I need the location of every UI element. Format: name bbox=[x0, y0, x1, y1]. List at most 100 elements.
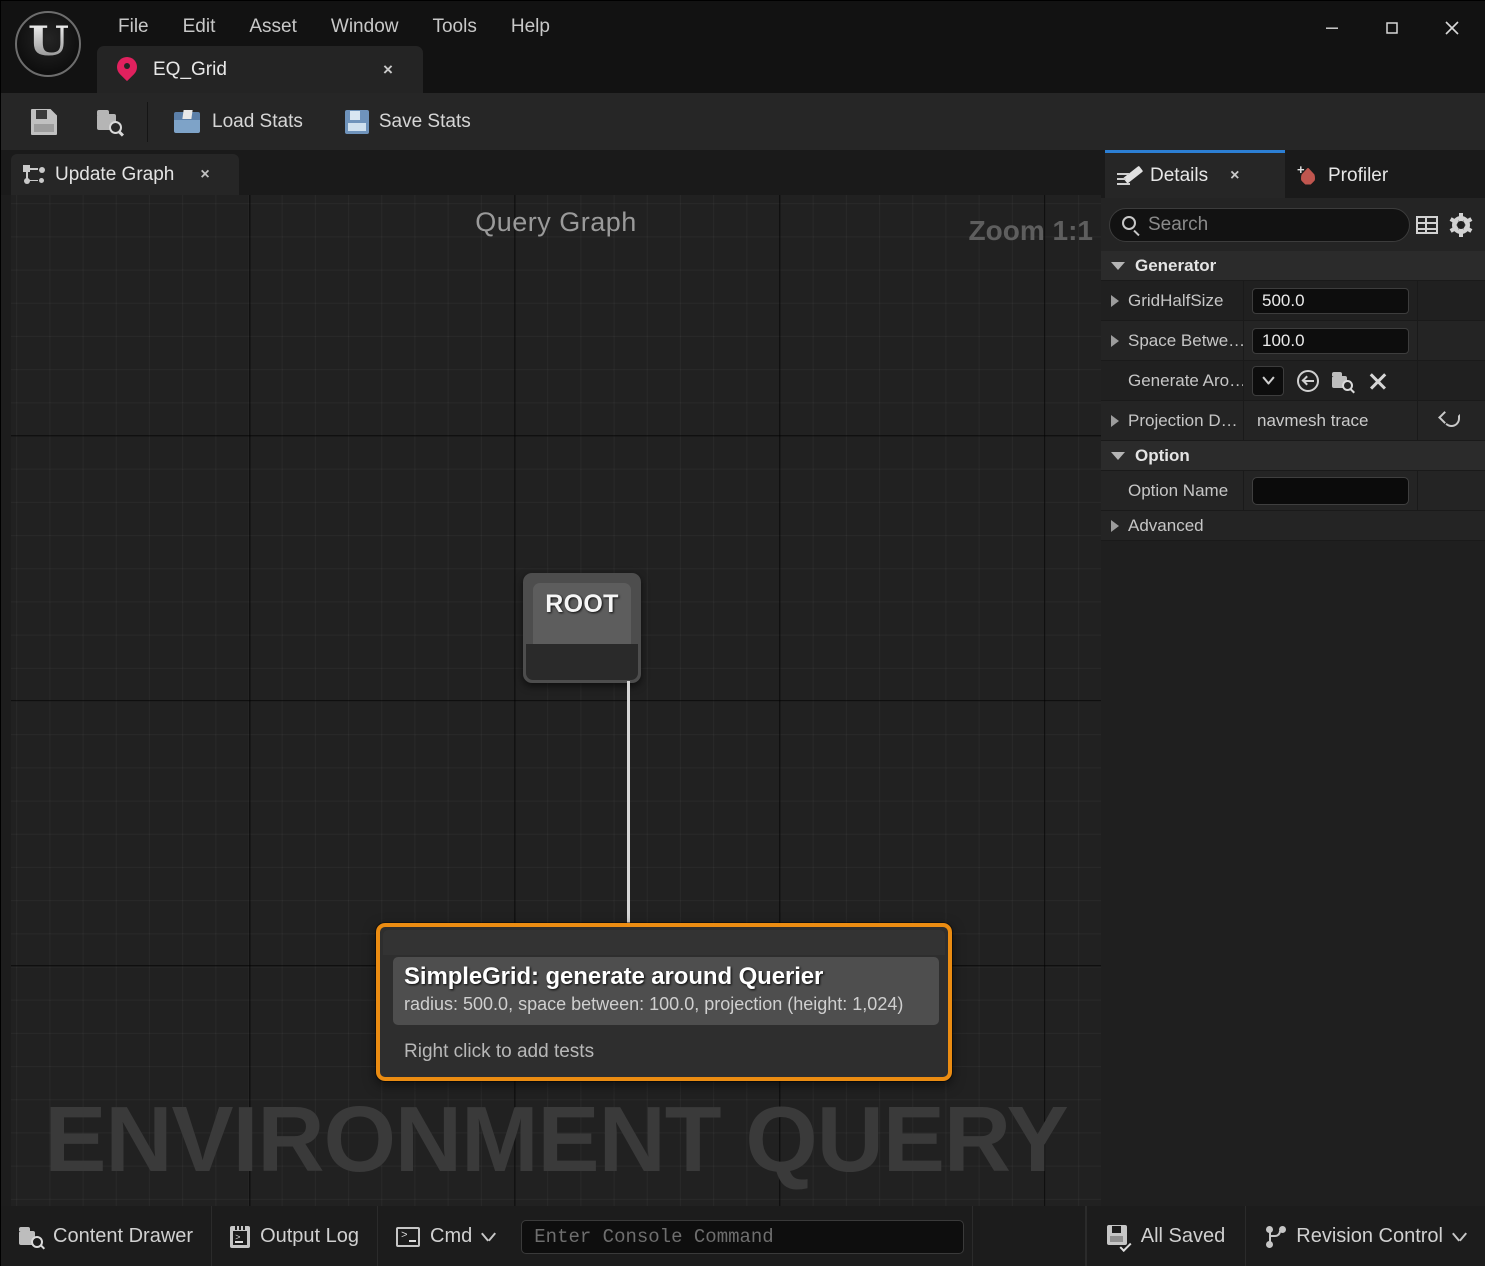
property-value-projection-data: navmesh trace bbox=[1244, 401, 1418, 440]
property-value-gridhalfsize: 500.0 bbox=[1244, 281, 1418, 320]
property-name-text: Generate Aro… bbox=[1128, 370, 1244, 390]
category-generator-label: Generator bbox=[1135, 255, 1217, 275]
update-graph-tab-close-icon[interactable]: × bbox=[200, 166, 209, 184]
use-selected-asset-button[interactable] bbox=[1293, 368, 1323, 394]
load-stats-button[interactable]: Load Stats bbox=[160, 100, 317, 144]
tab-update-graph[interactable]: Update Graph × bbox=[11, 154, 239, 195]
tab-profiler[interactable]: + Profiler bbox=[1287, 153, 1477, 198]
chevron-right-icon[interactable] bbox=[1111, 414, 1119, 427]
menu-asset[interactable]: Asset bbox=[232, 12, 314, 42]
settings-button[interactable] bbox=[1444, 208, 1478, 242]
property-extra-generate-around bbox=[1418, 361, 1485, 400]
menu-edit[interactable]: Edit bbox=[166, 12, 233, 42]
cmd-label: Cmd bbox=[430, 1225, 473, 1247]
details-search-box[interactable] bbox=[1109, 207, 1410, 242]
gridhalfsize-input[interactable]: 500.0 bbox=[1252, 287, 1409, 314]
menu-window[interactable]: Window bbox=[314, 12, 416, 42]
category-option[interactable]: Option bbox=[1101, 441, 1485, 471]
output-log-button[interactable]: > Output Log bbox=[212, 1206, 379, 1266]
details-search-row bbox=[1101, 198, 1485, 251]
revision-control-button[interactable]: Revision Control bbox=[1245, 1206, 1485, 1266]
property-name-text: Space Betwe… bbox=[1128, 330, 1244, 350]
projection-data-value: navmesh trace bbox=[1257, 410, 1369, 430]
content-drawer-label: Content Drawer bbox=[53, 1225, 194, 1247]
clear-asset-button[interactable] bbox=[1363, 368, 1393, 394]
property-name-text: Projection D… bbox=[1128, 410, 1238, 430]
save-icon bbox=[31, 108, 57, 135]
chevron-down-icon[interactable] bbox=[482, 1232, 495, 1241]
main-area: Update Graph × Query Graph Zoom 1:1 ENVI… bbox=[1, 150, 1485, 1206]
browse-asset-button[interactable] bbox=[1328, 368, 1358, 394]
graph-zoom-level: Zoom 1:1 bbox=[968, 215, 1093, 246]
property-row-space-between[interactable]: Space Betwe… 100.0 bbox=[1101, 321, 1485, 361]
property-name-text: GridHalfSize bbox=[1128, 290, 1224, 310]
menu-help[interactable]: Help bbox=[494, 12, 567, 42]
toolbar-separator bbox=[147, 101, 148, 142]
chevron-right-icon[interactable] bbox=[1111, 334, 1119, 347]
graph-title: Query Graph bbox=[475, 207, 637, 237]
property-row-generate-around[interactable]: Generate Aro… bbox=[1101, 361, 1485, 401]
asset-tab-eq-grid[interactable]: EQ_Grid × bbox=[97, 46, 423, 93]
generate-around-dropdown[interactable] bbox=[1252, 365, 1284, 396]
asset-tab-label: EQ_Grid bbox=[153, 58, 227, 80]
menu-file[interactable]: File bbox=[101, 12, 166, 42]
content-drawer-button[interactable]: Content Drawer bbox=[1, 1206, 213, 1266]
minimize-button[interactable] bbox=[1302, 6, 1362, 50]
unreal-logo-glyph: U bbox=[27, 18, 69, 65]
simplegrid-node-subtitle: radius: 500.0, space between: 100.0, pro… bbox=[404, 994, 904, 1014]
graph-node-root[interactable]: ROOT bbox=[523, 573, 641, 683]
query-graph-canvas[interactable]: Query Graph Zoom 1:1 ENVIRONMENT QUERY R… bbox=[11, 195, 1101, 1206]
unreal-engine-logo[interactable]: U bbox=[15, 11, 81, 77]
details-property-list: Generator GridHalfSize 500.0 Space Betwe… bbox=[1101, 251, 1485, 1206]
revision-control-branch-icon bbox=[1266, 1225, 1287, 1249]
graph-panel: Update Graph × Query Graph Zoom 1:1 ENVI… bbox=[1, 150, 1101, 1206]
property-value-space-between: 100.0 bbox=[1244, 321, 1418, 360]
browse-folder-icon bbox=[1332, 371, 1355, 393]
browse-content-button[interactable] bbox=[85, 99, 135, 144]
graph-tab-strip: Update Graph × bbox=[1, 150, 1101, 195]
asset-tab-close-icon[interactable]: × bbox=[379, 60, 397, 79]
tab-details-close-icon[interactable]: × bbox=[1230, 167, 1239, 185]
property-row-projection-data[interactable]: Projection D… navmesh trace bbox=[1101, 401, 1485, 441]
tab-details[interactable]: Details × bbox=[1105, 150, 1285, 198]
property-label-projection-data: Projection D… bbox=[1101, 401, 1244, 440]
option-name-input[interactable] bbox=[1252, 476, 1409, 505]
browse-content-icon bbox=[96, 109, 125, 137]
graph-nodes-icon bbox=[23, 165, 45, 184]
category-advanced[interactable]: Advanced bbox=[1101, 511, 1485, 541]
table-view-button[interactable] bbox=[1410, 208, 1444, 242]
window-controls bbox=[1302, 5, 1482, 51]
minimize-icon bbox=[1326, 27, 1338, 29]
property-label-option-name: Option Name bbox=[1101, 471, 1244, 510]
console-command-input[interactable] bbox=[521, 1219, 965, 1254]
property-value-generate-around bbox=[1244, 361, 1418, 400]
simplegrid-node-hint: Right click to add tests bbox=[404, 1041, 595, 1062]
save-stats-button[interactable]: Save Stats bbox=[331, 100, 485, 144]
root-node-footer bbox=[526, 644, 638, 680]
chevron-down-icon bbox=[1111, 451, 1125, 460]
all-saved-label: All Saved bbox=[1140, 1225, 1226, 1247]
cmd-button[interactable]: > Cmd bbox=[378, 1206, 513, 1266]
chevron-down-icon[interactable] bbox=[1453, 1232, 1466, 1241]
content-drawer-icon bbox=[19, 1226, 46, 1250]
property-row-gridhalfsize[interactable]: GridHalfSize 500.0 bbox=[1101, 281, 1485, 321]
table-view-icon bbox=[1416, 215, 1438, 234]
save-button[interactable] bbox=[19, 99, 69, 144]
category-generator[interactable]: Generator bbox=[1101, 251, 1485, 281]
menu-tools[interactable]: Tools bbox=[415, 12, 493, 42]
all-saved-button[interactable]: All Saved bbox=[1085, 1206, 1246, 1266]
save-stats-label: Save Stats bbox=[378, 110, 471, 132]
clear-x-icon bbox=[1367, 370, 1389, 392]
unreal-editor-window: U File Edit Asset Window Tools Help EQ_G… bbox=[0, 0, 1485, 1266]
close-button[interactable] bbox=[1422, 6, 1482, 50]
search-input[interactable] bbox=[1148, 213, 1399, 236]
chevron-right-icon[interactable] bbox=[1111, 294, 1119, 307]
property-value-option-name bbox=[1244, 471, 1418, 510]
graph-node-simplegrid[interactable]: SimpleGrid: generate around Querier radi… bbox=[376, 923, 952, 1081]
map-pin-icon bbox=[112, 52, 142, 83]
maximize-button[interactable] bbox=[1362, 6, 1422, 50]
property-reset-projection-data[interactable] bbox=[1418, 401, 1485, 440]
chevron-down-icon bbox=[1263, 375, 1274, 386]
property-row-option-name[interactable]: Option Name bbox=[1101, 471, 1485, 511]
space-between-input[interactable]: 100.0 bbox=[1252, 327, 1409, 354]
